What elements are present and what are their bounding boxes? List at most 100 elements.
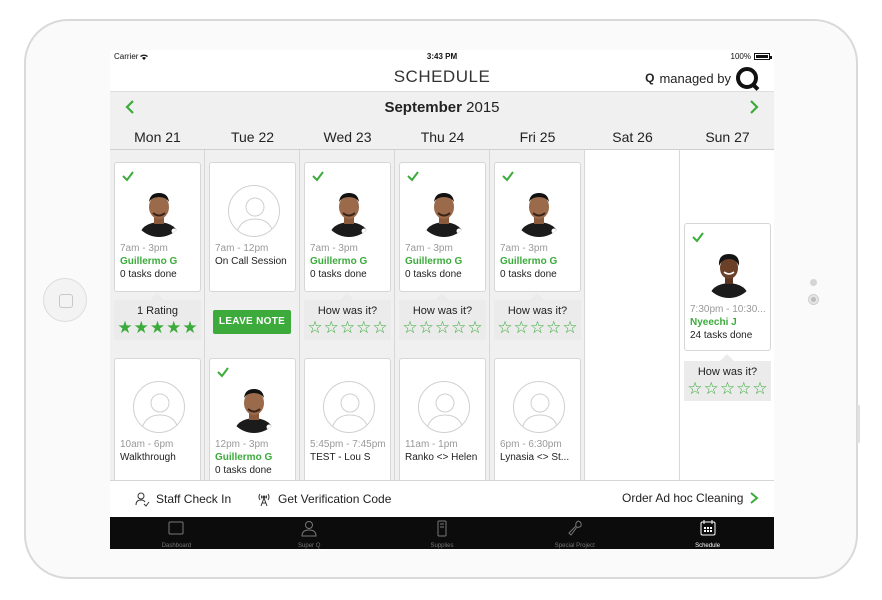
avatar-placeholder-icon bbox=[513, 381, 565, 433]
star-empty-icon[interactable]: ☆ bbox=[419, 319, 434, 336]
shift-name: On Call Session bbox=[215, 256, 287, 267]
tab-label: Schedule bbox=[695, 543, 721, 549]
schedule-grid: 7am - 3pm Guillermo G 0 tasks done 1 Rat… bbox=[110, 150, 774, 488]
verification-code-button[interactable]: Get Verification Code bbox=[256, 491, 391, 507]
shift-card[interactable]: 6pm - 6:30pm Lynasia <> St... bbox=[494, 358, 581, 488]
next-week-icon[interactable] bbox=[744, 98, 762, 116]
star-filled-icon[interactable]: ★ bbox=[182, 319, 197, 336]
star-empty-icon[interactable]: ☆ bbox=[704, 380, 719, 397]
leave-note-button[interactable]: LEAVE NOTE bbox=[213, 310, 291, 334]
supplies-icon bbox=[437, 520, 447, 537]
rating-label: How was it? bbox=[507, 305, 568, 317]
shift-time: 7:30pm - 10:30... bbox=[690, 304, 766, 315]
star-filled-icon[interactable]: ★ bbox=[117, 319, 132, 336]
star-empty-icon[interactable]: ☆ bbox=[687, 380, 702, 397]
avatar bbox=[703, 246, 755, 298]
star-filled-icon[interactable]: ★ bbox=[166, 319, 181, 336]
star-empty-icon[interactable]: ☆ bbox=[562, 319, 577, 336]
tab-schedule[interactable]: Schedule bbox=[641, 517, 774, 549]
star-empty-icon[interactable]: ☆ bbox=[514, 319, 529, 336]
shift-card[interactable]: 7am - 3pm Guillermo G 0 tasks done bbox=[304, 162, 391, 292]
tab-bar: Dashboard Super Q Supplies Special Proje… bbox=[110, 517, 774, 549]
star-empty-icon[interactable]: ☆ bbox=[356, 319, 371, 336]
antenna-icon bbox=[258, 493, 270, 507]
star-empty-icon[interactable]: ☆ bbox=[451, 319, 466, 336]
star-empty-icon[interactable]: ☆ bbox=[340, 319, 355, 336]
rating-box[interactable]: How was it? ☆ ☆ ☆ ☆ ☆ bbox=[399, 293, 486, 340]
shift-time: 7am - 3pm bbox=[500, 243, 548, 254]
avatar bbox=[323, 185, 375, 237]
cleaner-name[interactable]: Guillermo G bbox=[215, 452, 297, 463]
camera-lens bbox=[808, 294, 819, 305]
shift-card[interactable]: 7am - 12pm On Call Session bbox=[209, 162, 296, 292]
shift-time: 7am - 3pm bbox=[310, 243, 358, 254]
day-header: Tue 22 bbox=[230, 129, 275, 145]
star-filled-icon[interactable]: ★ bbox=[150, 319, 165, 336]
tab-dashboard[interactable]: Dashboard bbox=[110, 517, 243, 549]
star-empty-icon[interactable]: ☆ bbox=[467, 319, 482, 336]
brand-q: Q bbox=[645, 71, 655, 85]
shift-card[interactable]: 5:45pm - 7:45pm TEST - Lou S bbox=[304, 358, 391, 488]
shift-card[interactable]: 7am - 3pm Guillermo G 0 tasks done bbox=[494, 162, 581, 292]
shift-card[interactable]: 7am - 3pm Guillermo G 0 tasks done bbox=[114, 162, 201, 292]
star-filled-icon[interactable]: ★ bbox=[134, 319, 149, 336]
shift-card[interactable]: 7am - 3pm Guillermo G 0 tasks done bbox=[399, 162, 486, 292]
shift-card[interactable]: 10am - 6pm Walkthrough bbox=[114, 358, 201, 488]
check-icon bbox=[217, 367, 229, 378]
star-rating[interactable]: ☆ ☆ ☆ ☆ ☆ bbox=[399, 319, 486, 336]
check-icon bbox=[502, 171, 514, 182]
star-empty-icon[interactable]: ☆ bbox=[402, 319, 417, 336]
tab-label: Super Q bbox=[298, 543, 321, 549]
star-empty-icon[interactable]: ☆ bbox=[546, 319, 561, 336]
avatar-placeholder-icon bbox=[323, 381, 375, 433]
star-empty-icon[interactable]: ☆ bbox=[307, 319, 322, 336]
tab-supplies[interactable]: Supplies bbox=[376, 517, 509, 549]
app-screen: Carrier 3:43 PM 100% SCHEDULE Q managed … bbox=[110, 50, 774, 549]
star-empty-icon[interactable]: ☆ bbox=[372, 319, 387, 336]
shift-time: 7am - 3pm bbox=[120, 243, 168, 254]
calendar-icon bbox=[700, 520, 716, 536]
star-rating[interactable]: ★ ★ ★ ★ ★ bbox=[114, 319, 201, 336]
shift-card[interactable]: 12pm - 3pm Guillermo G 0 tasks done bbox=[209, 358, 296, 488]
shift-time: 7am - 12pm bbox=[215, 243, 269, 254]
check-icon bbox=[407, 171, 419, 182]
tab-special-project[interactable]: Special Project bbox=[508, 517, 641, 549]
verification-code-label: Get Verification Code bbox=[278, 492, 392, 506]
cleaner-name[interactable]: Nyeechi J bbox=[690, 317, 772, 328]
star-empty-icon[interactable]: ☆ bbox=[530, 319, 545, 336]
rating-box[interactable]: How was it? ☆ ☆ ☆ ☆ ☆ bbox=[494, 293, 581, 340]
tasks-count: 0 tasks done bbox=[405, 269, 462, 280]
star-empty-icon[interactable]: ☆ bbox=[736, 380, 751, 397]
day-column-thu: 7am - 3pm Guillermo G 0 tasks done How w… bbox=[395, 150, 490, 488]
rating-box[interactable]: 1 Rating ★ ★ ★ ★ ★ bbox=[114, 293, 201, 340]
shift-name: Ranko <> Helen bbox=[405, 452, 478, 463]
star-empty-icon[interactable]: ☆ bbox=[720, 380, 735, 397]
tab-super-q[interactable]: Super Q bbox=[243, 517, 376, 549]
rating-box[interactable]: How was it? ☆ ☆ ☆ ☆ ☆ bbox=[304, 293, 391, 340]
rating-box[interactable]: How was it? ☆ ☆ ☆ ☆ ☆ bbox=[684, 354, 771, 401]
cleaner-name[interactable]: Guillermo G bbox=[310, 256, 392, 267]
star-empty-icon[interactable]: ☆ bbox=[497, 319, 512, 336]
shift-card[interactable]: 7:30pm - 10:30... Nyeechi J 24 tasks don… bbox=[684, 223, 771, 351]
cleaner-name[interactable]: Guillermo G bbox=[120, 256, 202, 267]
home-button[interactable] bbox=[43, 278, 87, 322]
star-empty-icon[interactable]: ☆ bbox=[324, 319, 339, 336]
shift-name: Lynasia <> St... bbox=[500, 452, 570, 463]
cleaner-name[interactable]: Guillermo G bbox=[405, 256, 487, 267]
star-rating[interactable]: ☆ ☆ ☆ ☆ ☆ bbox=[684, 380, 771, 397]
battery-icon bbox=[754, 53, 772, 60]
rating-label: 1 Rating bbox=[137, 305, 178, 317]
day-column-wed: 7am - 3pm Guillermo G 0 tasks done How w… bbox=[300, 150, 395, 488]
star-empty-icon[interactable]: ☆ bbox=[435, 319, 450, 336]
star-rating[interactable]: ☆ ☆ ☆ ☆ ☆ bbox=[494, 319, 581, 336]
shift-time: 5:45pm - 7:45pm bbox=[310, 439, 386, 450]
day-header: Fri 25 bbox=[519, 129, 556, 145]
day-column-sat bbox=[585, 150, 680, 480]
shift-card[interactable]: 11am - 1pm Ranko <> Helen bbox=[399, 358, 486, 488]
star-rating[interactable]: ☆ ☆ ☆ ☆ ☆ bbox=[304, 319, 391, 336]
side-button[interactable] bbox=[857, 405, 860, 443]
star-empty-icon[interactable]: ☆ bbox=[752, 380, 767, 397]
cleaner-name[interactable]: Guillermo G bbox=[500, 256, 582, 267]
staff-check-in-button[interactable]: Staff Check In bbox=[134, 491, 231, 507]
order-cleaning-button[interactable]: Order Ad hoc Cleaning bbox=[622, 491, 759, 505]
